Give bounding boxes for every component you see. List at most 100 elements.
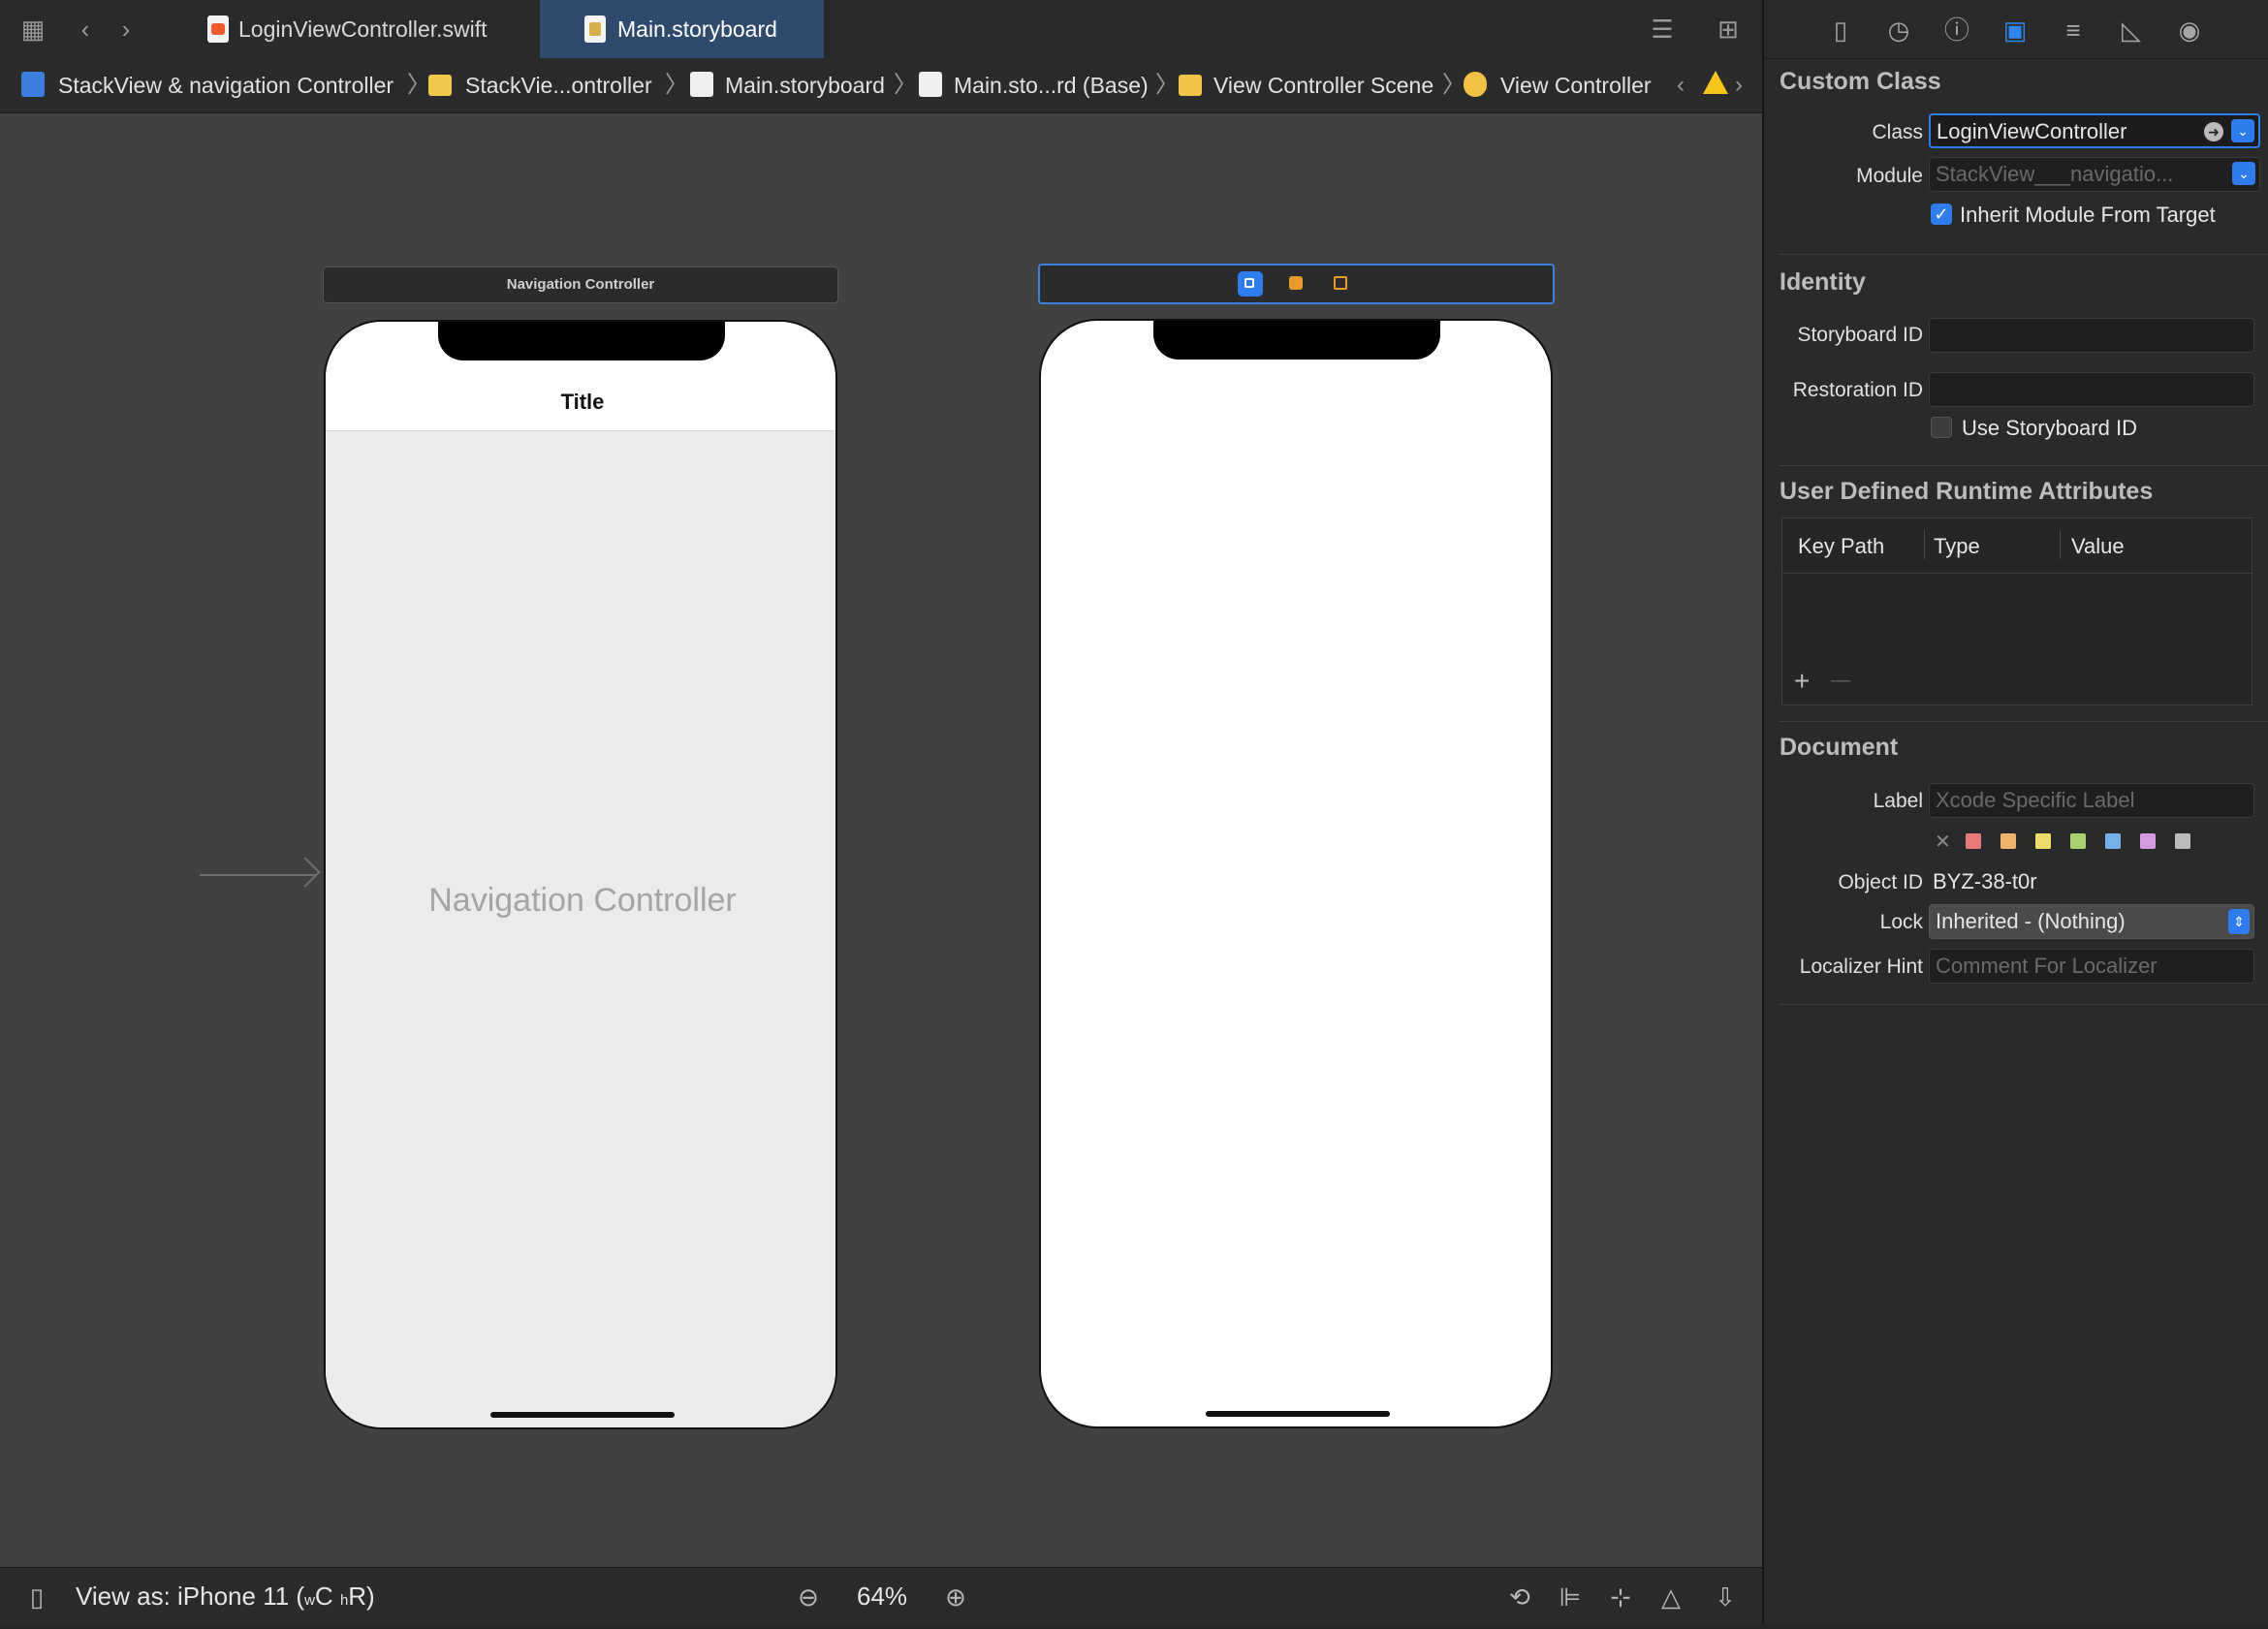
breadcrumb-project[interactable]: StackView & navigation Controller <box>58 58 394 112</box>
clear-label-icon[interactable]: ✕ <box>1935 830 1951 854</box>
editor-options-icon[interactable]: ☰ <box>1645 12 1680 47</box>
document-outline-toggle-icon[interactable]: ▯ <box>21 1582 52 1613</box>
project-icon <box>21 72 45 97</box>
view-controller-scene-bar[interactable] <box>1038 264 1555 304</box>
view-controller-icon[interactable] <box>1238 271 1263 297</box>
storyboard-id-field[interactable] <box>1929 318 2254 353</box>
label-color-orange[interactable] <box>2000 833 2016 849</box>
canvas-status-bar: ▯ View as: iPhone 11 (wC hR) ⊖ 64% ⊕ ⟲ ⊫… <box>0 1567 1762 1625</box>
inherit-module-label: Inherit Module From Target <box>1960 203 2216 227</box>
class-value: LoginViewController <box>1937 119 2127 143</box>
exit-icon[interactable] <box>1329 271 1354 297</box>
tab-login-view-controller[interactable]: LoginViewController.swift <box>174 0 538 58</box>
inspector-tabs: ▯ ◷ ⓘ ▣ ≡ ◺ ◉ <box>1764 0 2268 58</box>
warning-icon[interactable] <box>1703 71 1728 94</box>
label-label: Label <box>1873 790 1923 812</box>
column-key-path[interactable]: Key Path <box>1798 534 1884 559</box>
remove-attribute-button[interactable]: — <box>1831 670 1850 692</box>
swift-file-icon <box>207 16 229 43</box>
document-title: Document <box>1780 734 1899 761</box>
entry-point-arrowhead-icon <box>290 857 321 888</box>
file-inspector-icon[interactable]: ▯ <box>1824 14 1857 47</box>
quick-help-icon[interactable]: ⓘ <box>1940 14 1973 47</box>
arrow-right-circle-icon[interactable]: ➜ <box>2204 122 2223 141</box>
runtime-attributes-title: User Defined Runtime Attributes <box>1780 478 2154 505</box>
width-class: C <box>314 1582 333 1611</box>
breadcrumb-folder[interactable]: StackVie...ontroller <box>465 58 652 112</box>
grid-icon[interactable]: ▦ <box>16 12 50 47</box>
zoom-out-icon[interactable]: ⊖ <box>793 1582 824 1613</box>
embed-in-icon[interactable]: ⇩ <box>1710 1582 1741 1613</box>
localizer-hint-label: Localizer Hint <box>1799 955 1923 978</box>
label-color-blue[interactable] <box>2105 833 2121 849</box>
size-inspector-icon[interactable]: ◺ <box>2115 14 2148 47</box>
device-notch <box>438 322 725 360</box>
restoration-id-label: Restoration ID <box>1792 379 1923 401</box>
runtime-attributes-table[interactable]: Key Path Type Value + — <box>1781 517 2252 705</box>
folder-icon <box>428 75 452 96</box>
label-color-red[interactable] <box>1966 833 1981 849</box>
class-field[interactable]: LoginViewController ➜ ⌄ <box>1929 113 2260 148</box>
use-storyboard-id-checkbox[interactable] <box>1931 417 1952 438</box>
table-header: Key Path Type Value <box>1782 518 2252 574</box>
custom-class-title: Custom Class <box>1780 68 1941 95</box>
lock-select[interactable]: Inherited - (Nothing) ⇕ <box>1929 904 2254 939</box>
connections-inspector-icon[interactable]: ◉ <box>2173 14 2206 47</box>
nav-controller-scene-bar[interactable]: Navigation Controller <box>323 266 838 303</box>
chevron-right-icon: 〉 <box>665 72 688 98</box>
history-inspector-icon[interactable]: ◷ <box>1882 14 1915 47</box>
breadcrumb-view-controller[interactable]: View Controller <box>1500 58 1652 112</box>
label-color-gray[interactable] <box>2175 833 2190 849</box>
zoom-in-icon[interactable]: ⊕ <box>940 1582 971 1613</box>
nav-controller-device[interactable]: Title Navigation Controller <box>324 320 837 1429</box>
update-frames-icon[interactable]: ⟲ <box>1504 1582 1535 1613</box>
chevron-down-icon[interactable]: ⌄ <box>2231 119 2254 142</box>
add-editor-icon[interactable]: ⊞ <box>1711 12 1746 47</box>
module-placeholder: StackView___navigatio... <box>1936 162 2174 186</box>
back-icon[interactable]: ‹ <box>68 12 103 47</box>
first-responder-icon[interactable] <box>1284 271 1309 297</box>
align-icon[interactable]: ⊫ <box>1555 1582 1586 1613</box>
column-type[interactable]: Type <box>1934 534 1980 559</box>
zoom-level[interactable]: 64% <box>857 1568 907 1625</box>
attributes-inspector-icon[interactable]: ≡ <box>2057 14 2090 47</box>
add-attribute-button[interactable]: + <box>1794 666 1810 697</box>
resolve-issues-icon[interactable]: △ <box>1655 1582 1686 1613</box>
localizer-hint-placeholder: Comment For Localizer <box>1936 954 2158 978</box>
identity-title: Identity <box>1780 268 1866 296</box>
chevron-right-icon: 〉 <box>407 72 430 98</box>
navigation-bar-title: Title <box>560 390 605 414</box>
updown-chevron-icon[interactable]: ⇕ <box>2228 909 2250 934</box>
label-field[interactable]: Xcode Specific Label <box>1929 783 2254 818</box>
previous-issue-icon[interactable]: ‹ <box>1677 58 1685 112</box>
breadcrumb-storyboard-base[interactable]: Main.sto...rd (Base) <box>954 58 1149 112</box>
column-value[interactable]: Value <box>2071 534 2125 559</box>
tab-label: Main.storyboard <box>617 16 777 42</box>
chevron-right-icon: 〉 <box>1442 72 1465 98</box>
breadcrumb-scene[interactable]: View Controller Scene <box>1213 58 1433 112</box>
identity-inspector-icon[interactable]: ▣ <box>1999 14 2032 47</box>
chevron-down-icon[interactable]: ⌄ <box>2232 162 2255 185</box>
storyboard-canvas[interactable]: Navigation Controller Title Navigation C… <box>0 113 1762 1567</box>
localizer-hint-field[interactable]: Comment For Localizer <box>1929 949 2254 984</box>
label-color-yellow[interactable] <box>2035 833 2051 849</box>
add-constraints-icon[interactable]: ⊹ <box>1605 1582 1636 1613</box>
chevron-right-icon: 〉 <box>894 72 917 98</box>
use-storyboard-id-label: Use Storyboard ID <box>1962 416 2137 440</box>
tab-main-storyboard[interactable]: Main.storyboard <box>540 0 824 58</box>
module-field[interactable]: StackView___navigatio... ⌄ <box>1929 157 2260 192</box>
view-controller-device[interactable] <box>1039 319 1553 1428</box>
view-as-button[interactable]: View as: iPhone 11 (wC hR) <box>76 1568 375 1625</box>
label-color-purple[interactable] <box>2140 833 2156 849</box>
object-id-label: Object ID <box>1838 871 1923 893</box>
restoration-id-field[interactable] <box>1929 372 2254 407</box>
home-indicator <box>1206 1411 1390 1417</box>
breadcrumb-storyboard[interactable]: Main.storyboard <box>725 58 885 112</box>
next-issue-icon[interactable]: › <box>1735 58 1743 112</box>
label-color-green[interactable] <box>2070 833 2086 849</box>
inherit-module-checkbox[interactable]: ✓ <box>1931 204 1952 225</box>
identity-inspector: ▯ ◷ ⓘ ▣ ≡ ◺ ◉ Custom Class Class LoginVi… <box>1762 0 2268 1624</box>
forward-icon[interactable]: › <box>109 12 143 47</box>
storyboard-file-icon <box>584 16 606 43</box>
tab-bar: ▦ ‹ › LoginViewController.swift Main.sto… <box>0 0 1762 59</box>
